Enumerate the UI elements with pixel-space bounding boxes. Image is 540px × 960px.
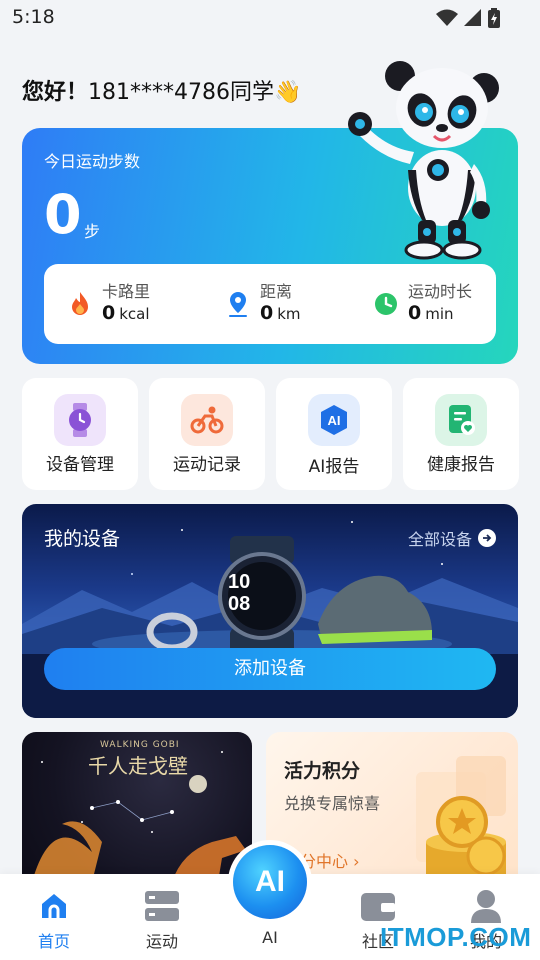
nav-home[interactable]: 首页: [14, 888, 94, 958]
ai-fab-button[interactable]: AI: [228, 840, 312, 924]
steps-label: 今日运动步数: [44, 152, 141, 171]
quick-action-device-management[interactable]: 设备管理: [22, 378, 138, 490]
quick-action-ai-report[interactable]: AI AI报告: [276, 378, 392, 490]
watch-icon: [54, 394, 106, 446]
metric-value: 0 kcal: [102, 302, 150, 324]
all-devices-label: 全部设备: [407, 530, 472, 549]
steps-unit: 步: [84, 222, 101, 241]
status-time: 5:18: [12, 6, 55, 28]
location-pin-icon: [229, 292, 247, 317]
metrics-panel: 卡路里 0 kcal 距离 0 km 运动时长 0 min: [44, 264, 496, 344]
ai-icon: AI: [233, 845, 307, 919]
nav-label: 运动: [145, 932, 178, 951]
add-device-button[interactable]: 添加设备: [44, 648, 496, 690]
ai-badge-icon: AI: [308, 394, 360, 446]
quick-action-exercise-record[interactable]: 运动记录: [149, 378, 265, 490]
sport-icon: [144, 888, 180, 924]
watch-time-hour: 10: [228, 571, 251, 593]
signal-icon: [464, 9, 481, 26]
wave-icon: 👋: [274, 80, 302, 105]
home-icon: [36, 888, 72, 924]
my-devices-card[interactable]: 10 08 我的设备 全部设备 添加设备: [22, 504, 518, 718]
quick-action-label: 运动记录: [173, 455, 241, 475]
nav-label: 首页: [37, 932, 70, 951]
status-icons: [436, 8, 500, 28]
metric-label: 运动时长: [408, 282, 473, 301]
quick-action-label: AI报告: [308, 457, 360, 477]
quick-action-label: 设备管理: [46, 455, 114, 475]
arrow-right-icon: [478, 529, 496, 547]
panda-robot-mascot: [348, 61, 499, 260]
wifi-icon: [436, 9, 458, 26]
wallet-icon: [360, 888, 396, 924]
greeting-user: 181****4786同学: [88, 80, 274, 105]
metric-label: 距离: [260, 282, 293, 301]
nav-ai-label: AI: [262, 928, 278, 947]
gobi-title-cn: 千人走戈壁: [88, 754, 188, 778]
flame-icon: [72, 292, 88, 315]
metric-value: 0 min: [408, 302, 454, 324]
quick-action-label: 健康报告: [427, 455, 495, 475]
metric-value: 0 km: [260, 302, 301, 324]
greeting: 您好！181****4786同学👋: [22, 74, 301, 106]
gobi-title-en: WALKING GOBI: [100, 740, 180, 750]
watch-time-minute: 08: [228, 593, 251, 615]
my-devices-title: 我的设备: [44, 528, 121, 550]
points-title: 活力积分: [284, 760, 361, 782]
quick-action-health-report[interactable]: 健康报告: [403, 378, 519, 490]
clock-icon: [375, 293, 397, 315]
status-bar: 5:18: [0, 0, 540, 36]
svg-text:AI: AI: [328, 413, 341, 428]
greeting-hello: 您好！: [22, 80, 89, 105]
profile-icon: [468, 888, 504, 924]
walking-gobi-banner[interactable]: WALKING GOBI 千人走戈壁: [22, 732, 252, 892]
nav-sport[interactable]: 运动: [122, 888, 202, 958]
steps-value: 0: [44, 183, 82, 246]
battery-icon: [488, 8, 500, 28]
points-subtitle: 兑换专属惊喜: [284, 794, 381, 813]
metric-label: 卡路里: [102, 282, 151, 301]
all-devices-link[interactable]: 全部设备: [408, 526, 496, 550]
cycling-icon: [181, 394, 233, 446]
watermark: ITMOP.COM: [380, 922, 532, 952]
health-report-icon: [435, 394, 487, 446]
